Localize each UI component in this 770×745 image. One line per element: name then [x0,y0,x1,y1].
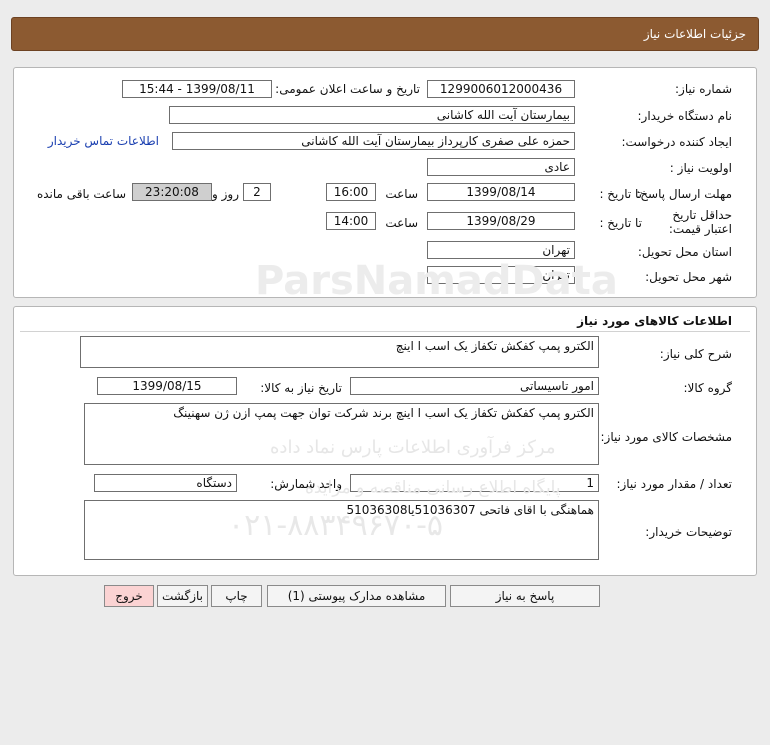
reply-deadline-label: مهلت ارسال پاسخ: [636,187,732,201]
exit-button[interactable]: خروج [104,585,154,607]
remaining-time-label: ساعت باقی مانده [36,187,126,201]
goods-group-label: گروه کالا: [683,381,733,395]
goods-spec-label: مشخصات کالای مورد نیاز: [600,430,732,444]
unit-field: دستگاه [94,474,237,492]
deadline-time-label: ساعت [385,187,418,201]
deadline-time-field: 16:00 [326,183,376,201]
page-title: جزئیات اطلاعات نیاز [643,27,746,41]
goods-section-title: اطلاعات کالاهای مورد نیاز [577,314,732,328]
goods-spec-field: الکترو پمپ کفکش تکفاز یک اسب ا اینچ برند… [84,403,599,465]
province-label: استان محل تحویل: [637,245,732,259]
goods-group-field: امور تاسیساتی [350,377,599,395]
view-attachments-button[interactable]: مشاهده مدارک پیوستی (1) [267,585,446,607]
buyer-contact-link[interactable]: اطلاعات تماس خریدار [48,134,159,148]
buyer-org-field: بیمارستان آیت الله کاشانی [169,106,575,124]
buyer-notes-label: توضیحات خریدار: [645,525,732,539]
priority-field: عادی [427,158,575,176]
city-label: شهر محل تحویل: [645,270,732,284]
buyer-notes-field: هماهنگی با اقای فاتحی 51036307یا51036308 [84,500,599,560]
back-button[interactable]: بازگشت [157,585,208,607]
section-divider [20,331,750,332]
price-validity-label-text: حداقل تاریخ اعتبار قیمت: [668,208,732,236]
announce-datetime-label: تاریخ و ساعت اعلان عمومی: [275,82,420,96]
quantity-label: تعداد / مقدار مورد نیاز: [616,477,732,491]
general-description-label: شرح کلی نیاز: [659,347,732,361]
need-number-label: شماره نیاز: [675,82,732,96]
requester-label: ایجاد کننده درخواست: [621,135,732,149]
need-date-label: تاریخ نیاز به کالا: [260,381,342,395]
print-button[interactable]: چاپ [211,585,262,607]
need-number-field: 1299006012000436 [427,80,575,98]
price-validity-label: حداقل تاریخ اعتبار قیمت: [642,208,732,236]
validity-time-field: 14:00 [326,212,376,230]
city-field: تهران [427,266,575,284]
need-info-panel [13,67,757,298]
reply-to-need-button[interactable]: پاسخ به نیاز [450,585,600,607]
province-field: تهران [427,241,575,259]
validity-date-field: 1399/08/29 [427,212,575,230]
page-header: جزئیات اطلاعات نیاز [11,17,759,51]
priority-label: اولویت نیاز : [669,161,732,175]
buyer-org-label: نام دستگاه خریدار: [637,109,733,123]
need-date-field: 1399/08/15 [97,377,237,395]
requester-field: حمزه علی صفری کارپرداز بیمارستان آیت الل… [172,132,575,150]
unit-label: واحد شمارش: [270,477,342,491]
deadline-date-field: 1399/08/14 [427,183,575,201]
validity-until-label: تا تاریخ : [599,216,642,230]
announce-datetime-field: 1399/08/11 - 15:44 [122,80,272,98]
general-description-field: الکترو پمپ کفکش تکفاز یک اسب ا اینچ [80,336,599,368]
quantity-field: 1 [350,474,599,492]
remaining-days-field: 2 [243,183,271,201]
remaining-time-field: 23:20:08 [132,183,212,201]
validity-time-label: ساعت [385,216,418,230]
until-date-label: تا تاریخ : [599,187,642,201]
days-label: روز و [212,187,239,201]
